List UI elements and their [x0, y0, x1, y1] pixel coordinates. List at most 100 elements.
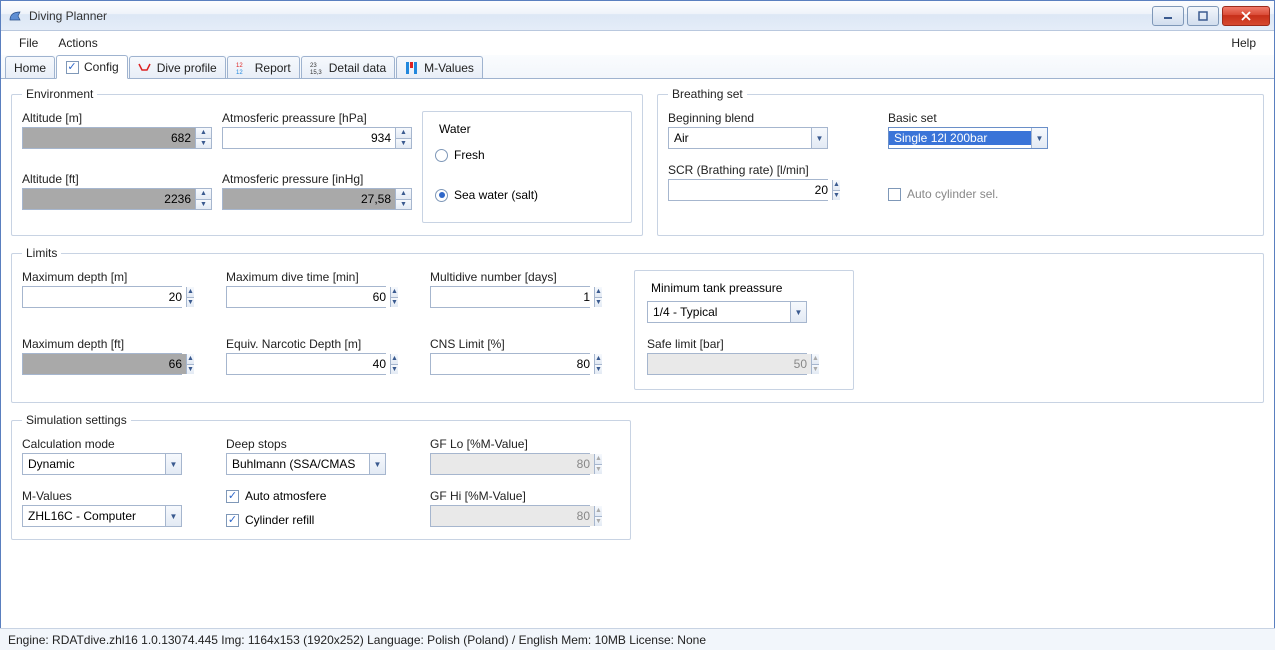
spin-down-icon[interactable]: ▼	[833, 191, 840, 201]
max-depth-ft-input[interactable]: ▲▼	[22, 353, 182, 375]
close-button[interactable]	[1222, 6, 1270, 26]
min-tank-combo[interactable]: 1/4 - Typical ▼	[647, 301, 807, 323]
tab-report[interactable]: 1212 Report	[227, 56, 300, 78]
chevron-down-icon[interactable]: ▼	[1031, 128, 1047, 148]
spin-down-icon[interactable]: ▼	[396, 139, 411, 149]
spin-up-icon[interactable]: ▲	[396, 189, 411, 200]
chevron-down-icon[interactable]: ▼	[369, 454, 385, 474]
press-inhg-value[interactable]	[223, 189, 395, 209]
multidive-field: Multidive number [days] ▲▼	[430, 270, 620, 308]
end-input[interactable]: ▲▼	[226, 353, 386, 375]
tab-m-values[interactable]: M-Values	[396, 56, 483, 78]
max-depth-m-value[interactable]	[23, 287, 186, 307]
begin-blend-combo[interactable]: Air ▼	[668, 127, 828, 149]
press-inhg-input[interactable]: ▲▼	[222, 188, 412, 210]
water-salt-radio[interactable]: Sea water (salt)	[435, 188, 619, 202]
max-time-input[interactable]: ▲▼	[226, 286, 386, 308]
spin-up-icon[interactable]: ▲	[396, 128, 411, 139]
altitude-ft-value[interactable]	[23, 189, 195, 209]
spin-up-icon[interactable]: ▲	[187, 354, 194, 365]
chevron-down-icon[interactable]: ▼	[811, 128, 827, 148]
spin-up-icon[interactable]: ▲	[391, 287, 398, 298]
chevron-down-icon[interactable]: ▼	[165, 454, 181, 474]
menu-help[interactable]: Help	[1221, 31, 1266, 55]
mvalues-combo[interactable]: ZHL16C - Computer ▼	[22, 505, 182, 527]
water-fresh-radio[interactable]: Fresh	[435, 148, 619, 162]
press-hpa-value[interactable]	[223, 128, 395, 148]
calc-mode-combo[interactable]: Dynamic ▼	[22, 453, 182, 475]
spin-up-icon[interactable]: ▲	[595, 354, 602, 365]
checkbox-icon	[226, 514, 239, 527]
spin-down-icon[interactable]: ▼	[196, 139, 211, 149]
cns-value[interactable]	[431, 354, 594, 374]
press-inhg-label: Atmosferic pressure [inHg]	[222, 172, 412, 186]
spin-up-icon[interactable]: ▲	[187, 287, 194, 298]
tab-report-label: Report	[255, 61, 291, 75]
auto-cylinder-checkbox[interactable]: Auto cylinder sel.	[888, 187, 1088, 201]
max-depth-ft-value[interactable]	[23, 354, 186, 374]
deep-stops-combo[interactable]: Buhlmann (SSA/CMAS ▼	[226, 453, 386, 475]
simulation-settings-group: Simulation settings Calculation mode Dyn…	[11, 413, 631, 540]
minimize-button[interactable]	[1152, 6, 1184, 26]
water-fresh-label: Fresh	[454, 148, 485, 162]
cns-input[interactable]: ▲▼	[430, 353, 590, 375]
altitude-m-field: Altitude [m] ▲▼	[22, 111, 212, 149]
safe-limit-input: ▲▼	[647, 353, 807, 375]
max-depth-ft-field: Maximum depth [ft] ▲▼	[22, 337, 212, 375]
min-tank-legend: Minimum tank preassure	[647, 281, 786, 295]
tab-dive-profile[interactable]: Dive profile	[129, 56, 226, 78]
simulation-legend: Simulation settings	[22, 413, 131, 427]
checkbox-icon	[65, 60, 79, 74]
gf-hi-label: GF Hi [%M-Value]	[430, 489, 620, 503]
menu-actions[interactable]: Actions	[48, 31, 107, 55]
scr-label: SCR (Brathing rate) [l/min]	[668, 163, 868, 177]
spin-up-icon[interactable]: ▲	[833, 180, 840, 191]
spin-down-icon[interactable]: ▼	[595, 365, 602, 375]
scr-field: SCR (Brathing rate) [l/min] ▲▼	[668, 163, 868, 201]
auto-atmosfere-checkbox[interactable]: Auto atmosfere	[226, 489, 416, 503]
cylinder-refill-checkbox[interactable]: Cylinder refill	[226, 513, 416, 527]
spin-down-icon[interactable]: ▼	[187, 298, 194, 308]
scr-input[interactable]: ▲▼	[668, 179, 828, 201]
end-value[interactable]	[227, 354, 390, 374]
spin-up-icon[interactable]: ▲	[391, 354, 398, 365]
basic-set-combo[interactable]: Single 12l 200bar ▼	[888, 127, 1048, 149]
spin-up-icon[interactable]: ▲	[196, 128, 211, 139]
multidive-input[interactable]: ▲▼	[430, 286, 590, 308]
press-hpa-input[interactable]: ▲▼	[222, 127, 412, 149]
environment-legend: Environment	[22, 87, 97, 101]
spin-down-icon: ▼	[595, 465, 602, 475]
spin-down-icon[interactable]: ▼	[391, 365, 398, 375]
chevron-down-icon[interactable]: ▼	[790, 302, 806, 322]
tab-detail-data[interactable]: 2315,3 Detail data	[301, 56, 395, 78]
chevron-down-icon[interactable]: ▼	[165, 506, 181, 526]
altitude-ft-input[interactable]: ▲▼	[22, 188, 212, 210]
gf-lo-field: GF Lo [%M-Value] ▲▼	[430, 437, 620, 475]
checkbox-icon	[888, 188, 901, 201]
maximize-button[interactable]	[1187, 6, 1219, 26]
max-depth-m-label: Maximum depth [m]	[22, 270, 212, 284]
spin-up-icon[interactable]: ▲	[595, 287, 602, 298]
altitude-m-value[interactable]	[23, 128, 195, 148]
spin-down-icon[interactable]: ▼	[595, 298, 602, 308]
scr-value[interactable]	[669, 180, 832, 200]
spin-up-icon[interactable]: ▲	[196, 189, 211, 200]
altitude-m-input[interactable]: ▲▼	[22, 127, 212, 149]
titlebar: Diving Planner	[1, 1, 1274, 31]
spin-down-icon[interactable]: ▼	[196, 200, 211, 210]
spin-down-icon[interactable]: ▼	[396, 200, 411, 210]
spin-down-icon[interactable]: ▼	[187, 365, 194, 375]
spin-up-icon: ▲	[595, 454, 602, 465]
tab-config-label: Config	[84, 60, 119, 74]
tab-config[interactable]: Config	[56, 55, 128, 79]
tab-dive-profile-label: Dive profile	[157, 61, 217, 75]
max-time-value[interactable]	[227, 287, 390, 307]
profile-icon	[138, 61, 152, 75]
cylinder-refill-label: Cylinder refill	[245, 513, 314, 527]
menu-file[interactable]: File	[9, 31, 48, 55]
tab-home[interactable]: Home	[5, 56, 55, 78]
spin-down-icon[interactable]: ▼	[391, 298, 398, 308]
end-label: Equiv. Narcotic Depth [m]	[226, 337, 416, 351]
max-depth-m-input[interactable]: ▲▼	[22, 286, 182, 308]
multidive-value[interactable]	[431, 287, 594, 307]
